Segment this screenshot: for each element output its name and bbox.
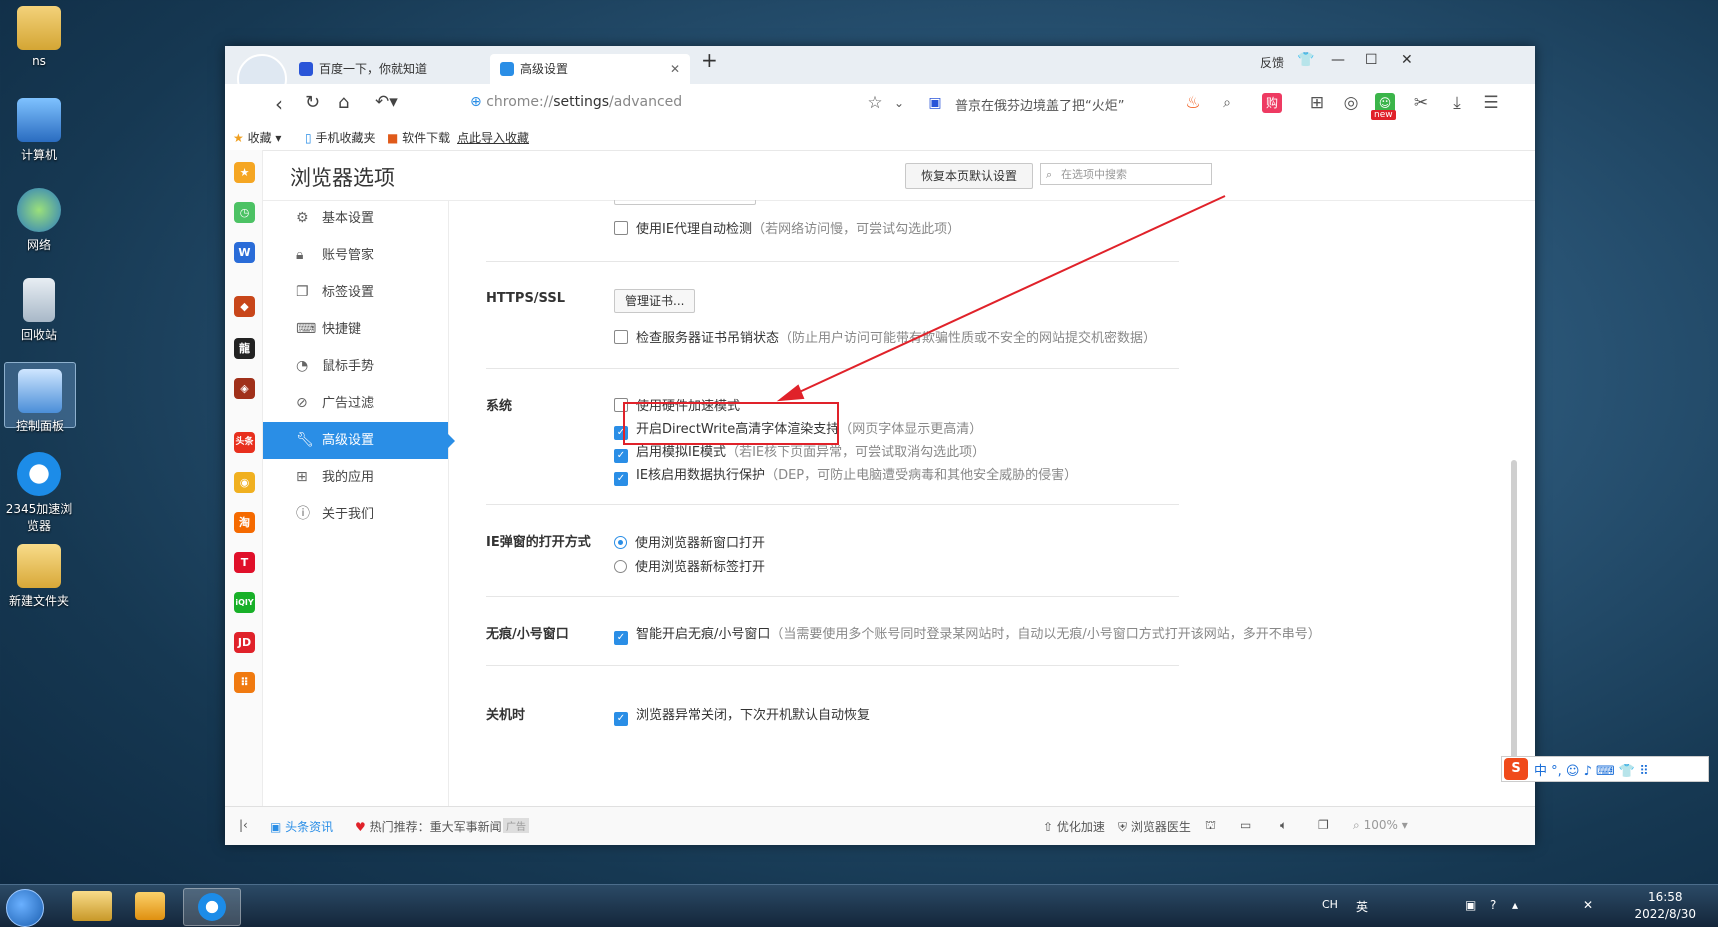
media-player-icon[interactable]	[135, 892, 165, 920]
tray-volume-icon[interactable]: ✕	[1583, 898, 1593, 912]
clock[interactable]: 16:58 2022/8/30	[1634, 889, 1696, 923]
explorer-folder-icon[interactable]	[72, 891, 112, 921]
taskbar-browser[interactable]	[183, 888, 241, 926]
taskbar: CH 英 ▣ ? ▴ ✕ 16:58 2022/8/30	[0, 884, 1718, 927]
browser-e-icon	[198, 893, 226, 921]
tray-help-icon[interactable]: ?	[1490, 898, 1496, 912]
ime-lang-indicator[interactable]: 英	[1356, 898, 1368, 915]
tray-network-icon[interactable]: ▣	[1465, 898, 1476, 912]
tray-expand-icon[interactable]: ▴	[1512, 898, 1518, 912]
sogou-logo: S	[1504, 758, 1528, 780]
ime-toolbar[interactable]: S 中 °, ☺ ♪ ⌨ 👕 ⠿	[1501, 756, 1709, 782]
lang-indicator[interactable]: CH	[1322, 898, 1338, 911]
annotation-arrow	[776, 195, 1226, 402]
ime-status[interactable]: 中 °, ☺ ♪ ⌨ 👕 ⠿	[1534, 760, 1649, 779]
start-button[interactable]	[6, 889, 44, 927]
